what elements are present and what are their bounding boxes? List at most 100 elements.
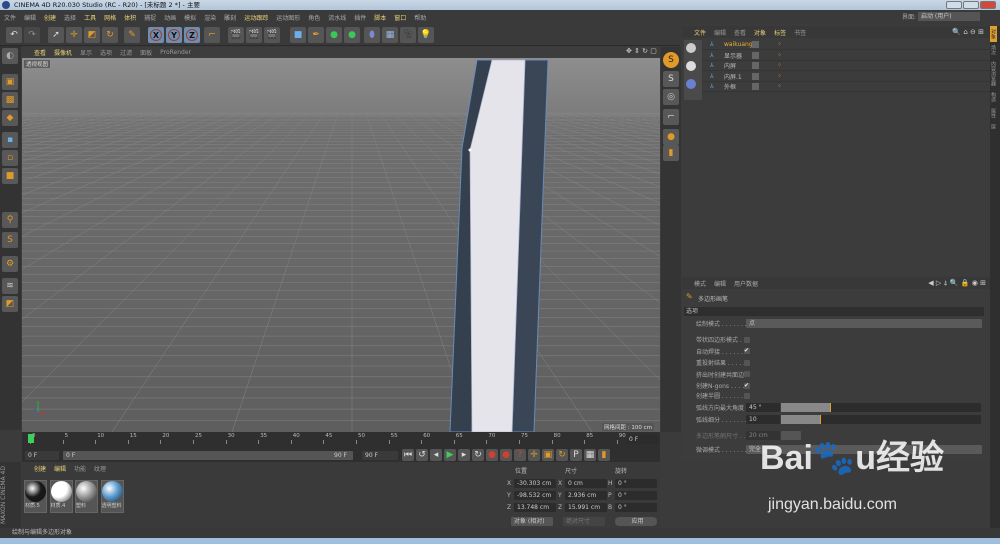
- material-menu-item[interactable]: 编辑: [54, 464, 66, 473]
- timeline-icon[interactable]: ▮: [598, 449, 610, 461]
- key-position-icon[interactable]: ✛: [528, 449, 540, 461]
- prev-key-icon[interactable]: ↺: [416, 449, 428, 461]
- attr-menu-item[interactable]: 编辑: [714, 279, 726, 288]
- attr-menu-item[interactable]: 模式: [694, 279, 706, 288]
- viewport-menu-item[interactable]: 选项: [100, 48, 112, 57]
- subdivision-icon[interactable]: ●: [326, 27, 342, 43]
- cube-icon[interactable]: ■: [290, 27, 306, 43]
- rotate-icon[interactable]: ↻: [102, 27, 118, 43]
- snap-vertex-icon[interactable]: ◎: [663, 89, 679, 105]
- object-row[interactable]: ⅄ waikuang ⁘: [702, 40, 990, 50]
- key-rotation-icon[interactable]: ↻: [556, 449, 568, 461]
- position-field[interactable]: 13.748 cm: [514, 503, 556, 512]
- side-tab[interactable]: 内容浏览器: [990, 58, 997, 89]
- next-key-icon[interactable]: ↻: [472, 449, 484, 461]
- polygons-mode-icon[interactable]: ■: [2, 168, 18, 184]
- om-menu-item[interactable]: 书签: [794, 28, 806, 37]
- timeline[interactable]: 051015202530354045505560657075808590 0 F…: [22, 432, 660, 462]
- tag-icon[interactable]: ⁘: [777, 41, 782, 48]
- points-mode-icon[interactable]: ▪: [2, 132, 18, 148]
- deformer-icon[interactable]: ⬮: [364, 27, 380, 43]
- menu-item[interactable]: 创建: [44, 13, 56, 22]
- enable-axis-icon[interactable]: ⚲: [2, 212, 18, 228]
- menu-item[interactable]: 插件: [354, 13, 366, 22]
- close-button[interactable]: [980, 1, 996, 9]
- arc-subdiv-slider[interactable]: [781, 415, 981, 424]
- material-swatch[interactable]: 材质.4: [49, 480, 73, 513]
- om-menu-item[interactable]: 标签: [774, 28, 786, 37]
- viewport-menu-item[interactable]: 显示: [80, 48, 92, 57]
- object-row[interactable]: ⅄ 显示器 ⁘: [702, 51, 990, 61]
- menu-item[interactable]: 编辑: [24, 13, 36, 22]
- axis-lock-icon[interactable]: ●: [663, 129, 679, 145]
- go-to-start-icon[interactable]: ⏮: [402, 449, 414, 461]
- side-tab[interactable]: 场次: [990, 42, 997, 58]
- snap-settings-icon[interactable]: S: [663, 71, 679, 87]
- undo-icon[interactable]: ↶: [6, 27, 22, 43]
- menu-item[interactable]: 选择: [64, 13, 76, 22]
- menu-item[interactable]: 流水线: [328, 13, 346, 22]
- om-menu-item[interactable]: 编辑: [714, 28, 726, 37]
- size-field[interactable]: 0 cm: [565, 479, 607, 488]
- menu-item[interactable]: 渲染: [204, 13, 216, 22]
- start-frame-field[interactable]: 0 F: [25, 451, 59, 460]
- menu-item[interactable]: 窗口: [394, 13, 406, 22]
- select-icon[interactable]: ➚: [48, 27, 64, 43]
- om-menu-item[interactable]: 对象: [754, 28, 766, 37]
- menu-item[interactable]: 雕刻: [224, 13, 236, 22]
- option-checkbox[interactable]: ✔: [744, 382, 750, 389]
- floor-icon[interactable]: ▦: [382, 27, 398, 43]
- om-menu-item[interactable]: 查看: [734, 28, 746, 37]
- tag-icon[interactable]: ⁘: [777, 62, 782, 69]
- current-frame-field[interactable]: 0 F: [626, 435, 658, 444]
- layout-select[interactable]: 启动 (用户): [918, 12, 980, 21]
- apply-button[interactable]: 应用: [615, 517, 657, 526]
- scale-icon[interactable]: ◩: [84, 27, 100, 43]
- option-checkbox[interactable]: [744, 336, 750, 343]
- layers-icon[interactable]: ≋: [2, 278, 18, 294]
- menu-item[interactable]: 文件: [4, 13, 16, 22]
- play-icon[interactable]: ▶: [444, 449, 456, 461]
- object-row[interactable]: ⅄ 外框 ⁘: [702, 82, 990, 92]
- menu-item[interactable]: 体积: [124, 13, 136, 22]
- create-semicircle-checkbox[interactable]: [744, 393, 750, 399]
- size-field[interactable]: 15.991 cm: [565, 503, 607, 512]
- render-view-icon[interactable]: 🎬: [228, 27, 244, 43]
- side-tab[interactable]: 对象: [990, 26, 997, 42]
- material-menu-item[interactable]: 纹理: [94, 464, 106, 473]
- tag-icon[interactable]: ⁘: [777, 73, 782, 80]
- y-axis-icon[interactable]: Y: [166, 27, 182, 43]
- size-field[interactable]: 2.936 cm: [565, 491, 607, 500]
- arc-angle-slider[interactable]: [781, 403, 981, 412]
- visibility-toggle[interactable]: [752, 62, 759, 69]
- rotation-field[interactable]: 0 °: [615, 479, 657, 488]
- viewport-menu-item[interactable]: 查看: [34, 48, 46, 57]
- playhead[interactable]: [28, 434, 34, 443]
- camera-icon[interactable]: 🎥: [400, 27, 416, 43]
- make-editable-icon[interactable]: ◐: [2, 48, 18, 64]
- spline-pen-icon[interactable]: ✒: [308, 27, 324, 43]
- object-manager-icons[interactable]: 🔍 ⌂ ⊖ ⊞: [952, 28, 984, 36]
- menu-item[interactable]: 模拟: [184, 13, 196, 22]
- minimize-button[interactable]: [946, 1, 962, 9]
- menu-item[interactable]: 运动图形: [276, 13, 300, 22]
- model-mode-icon[interactable]: ▣: [2, 74, 18, 90]
- object-row[interactable]: ⅄ 内屏 ⁘: [702, 61, 990, 71]
- position-field[interactable]: -98.532 cm: [514, 491, 556, 500]
- end-frame-field[interactable]: 90 F: [362, 451, 398, 460]
- record-icon[interactable]: ●: [486, 449, 498, 461]
- attr-menu-item[interactable]: 用户数据: [734, 279, 758, 288]
- option-checkbox[interactable]: [744, 371, 750, 377]
- menu-item[interactable]: 帮助: [414, 13, 426, 22]
- size-mode-select[interactable]: 绝对尺寸: [563, 517, 605, 526]
- light-icon[interactable]: 💡: [418, 27, 434, 43]
- attribute-nav-icons[interactable]: ◀ ▷ ⍋ 🔍 🔒 ◉ ⊞: [928, 279, 986, 288]
- visibility-toggle[interactable]: [752, 51, 759, 59]
- polygon-pen-icon[interactable]: ✎: [124, 27, 140, 43]
- menu-item[interactable]: 网格: [104, 13, 116, 22]
- keyframe-help-icon[interactable]: ?: [514, 449, 526, 461]
- prev-frame-icon[interactable]: ◂: [430, 449, 442, 461]
- viewport-menu-item[interactable]: ProRender: [160, 49, 191, 56]
- menu-item[interactable]: 工具: [84, 13, 96, 22]
- menu-item[interactable]: 捕捉: [144, 13, 156, 22]
